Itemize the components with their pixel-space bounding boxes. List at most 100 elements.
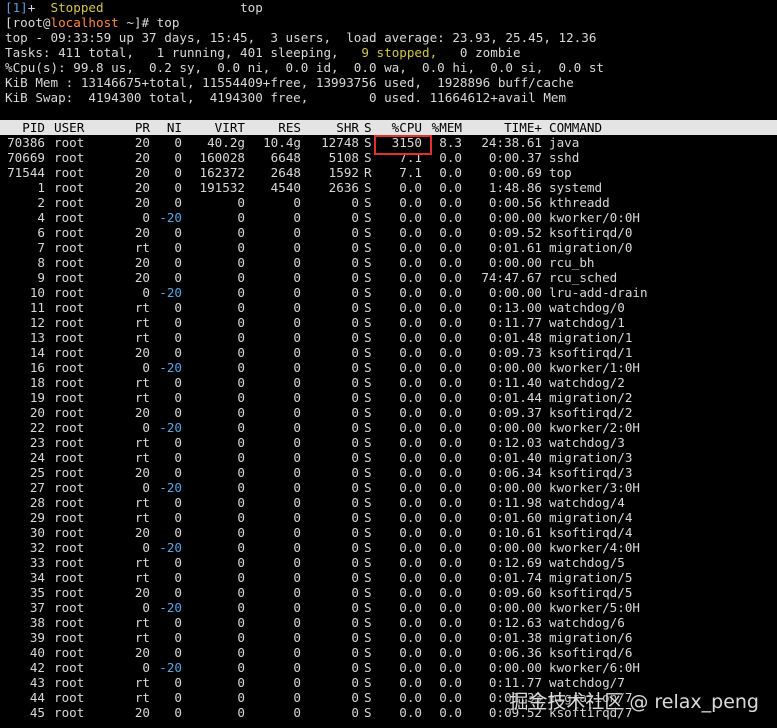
process-row[interactable]: 28 root rt 0 0 0 0 S 0.0 0.0 0:11.98 watchdog/4 xyxy=(0,495,777,510)
col-mem: %MEM xyxy=(431,120,462,135)
cell-shr: 0 xyxy=(351,540,359,555)
cell-pr: 20 xyxy=(134,195,150,210)
cell-res: 0 xyxy=(293,540,301,555)
process-row[interactable]: 30 root 20 0 0 0 0 S 0.0 0.0 0:10.61 ksoftirqd/4 xyxy=(0,525,777,540)
cell-pid: 12 xyxy=(29,315,45,330)
cell-pid: 42 xyxy=(29,660,45,675)
process-row[interactable]: 71544 root 20 0 162372 2648 1592 R 7.1 0.0 0:00.69… xyxy=(0,165,777,180)
process-row[interactable]: 19 root rt 0 0 0 0 S 0.0 0.0 0:01.44 migration/2 xyxy=(0,390,777,405)
process-row[interactable]: 42 root 0 -20 0 0 0 S 0.0 0.0 0:00.00 kworker/6:0H xyxy=(0,660,777,675)
process-row[interactable]: 34 root rt 0 0 0 0 S 0.0 0.0 0:01.74 migration/5 xyxy=(0,570,777,585)
process-row[interactable]: 2 root 20 0 0 0 0 S 0.0 0.0 0:00.56 kthreadd xyxy=(0,195,777,210)
process-row[interactable]: 4 root 0 -20 0 0 0 S 0.0 0.0 0:00.00 kworker/0:0H xyxy=(0,210,777,225)
process-row[interactable]: 14 root 20 0 0 0 0 S 0.0 0.0 0:09.73 ksoftirqd/1 xyxy=(0,345,777,360)
cell-user: root xyxy=(54,210,85,225)
cell-virt: 0 xyxy=(237,225,245,240)
cell-shr: 0 xyxy=(351,465,359,480)
cell-shr: 0 xyxy=(351,405,359,420)
process-row[interactable]: 29 root rt 0 0 0 0 S 0.0 0.0 0:01.60 migration/4 xyxy=(0,510,777,525)
cell-state: S xyxy=(364,510,372,525)
process-row[interactable]: 10 root 0 -20 0 0 0 S 0.0 0.0 0:00.00 lru-add-drain xyxy=(0,285,777,300)
process-row[interactable]: 40 root 20 0 0 0 0 S 0.0 0.0 0:06.36 ksoftirqd/6 xyxy=(0,645,777,660)
cell-time: 0:11.77 xyxy=(488,315,542,330)
cell-mem: 0.0 xyxy=(439,375,462,390)
process-row[interactable]: 9 root 20 0 0 0 0 S 0.0 0.0 74:47.67 rcu_sched xyxy=(0,270,777,285)
cell-res: 0 xyxy=(293,615,301,630)
cell-command: rcu_bh xyxy=(549,255,595,270)
cell-command: kworker/5:0H xyxy=(549,600,640,615)
cell-ni: 0 xyxy=(174,150,182,165)
cell-virt: 0 xyxy=(237,630,245,645)
process-row[interactable]: 27 root 0 -20 0 0 0 S 0.0 0.0 0:00.00 kworker/3:0H xyxy=(0,480,777,495)
cell-pid: 37 xyxy=(29,600,45,615)
cell-cpu: 0.0 xyxy=(399,555,422,570)
cell-ni: 0 xyxy=(174,570,182,585)
process-row[interactable]: 6 root 20 0 0 0 0 S 0.0 0.0 0:09.52 ksoftirqd/0 xyxy=(0,225,777,240)
cell-shr: 0 xyxy=(351,330,359,345)
process-row[interactable]: 33 root rt 0 0 0 0 S 0.0 0.0 0:12.69 watchdog/5 xyxy=(0,555,777,570)
terminal[interactable]: [1]+ Stopped top [root@localhost ~]# top… xyxy=(0,0,777,720)
cell-pr: rt xyxy=(134,510,150,525)
cell-state: S xyxy=(364,240,372,255)
cell-command: migration/3 xyxy=(549,450,633,465)
process-row[interactable]: 35 root 20 0 0 0 0 S 0.0 0.0 0:09.60 ksoftirqd/5 xyxy=(0,585,777,600)
cell-command: watchdog/4 xyxy=(549,495,625,510)
cell-user: root xyxy=(54,360,85,375)
process-row[interactable]: 11 root rt 0 0 0 0 S 0.0 0.0 0:13.00 watchdog/0 xyxy=(0,300,777,315)
process-row[interactable]: 16 root 0 -20 0 0 0 S 0.0 0.0 0:00.00 kworker/1:0H xyxy=(0,360,777,375)
cell-user: root xyxy=(54,570,85,585)
cell-command: ksoftirqd/6 xyxy=(549,645,633,660)
cell-cpu: 0.0 xyxy=(399,525,422,540)
cell-state: S xyxy=(364,645,372,660)
cell-user: root xyxy=(54,195,85,210)
process-row[interactable]: 20 root 20 0 0 0 0 S 0.0 0.0 0:09.37 ksoftirqd/2 xyxy=(0,405,777,420)
cell-time: 0:01.61 xyxy=(488,240,542,255)
cell-time: 0:00.00 xyxy=(488,285,542,300)
cell-shr: 0 xyxy=(351,630,359,645)
cell-virt: 0 xyxy=(237,705,245,720)
cell-pid: 39 xyxy=(29,630,45,645)
cell-shr: 0 xyxy=(351,270,359,285)
cell-time: 0:09.60 xyxy=(488,585,542,600)
cell-cpu: 0.0 xyxy=(399,285,422,300)
process-row[interactable]: 25 root 20 0 0 0 0 S 0.0 0.0 0:06.34 ksoftirqd/3 xyxy=(0,465,777,480)
cell-pid: 27 xyxy=(29,480,45,495)
cell-res: 0 xyxy=(293,450,301,465)
cell-res: 0 xyxy=(293,330,301,345)
cell-state: S xyxy=(364,405,372,420)
col-shr: SHR xyxy=(336,120,359,135)
cell-time: 0:01.48 xyxy=(488,330,542,345)
process-row[interactable]: 13 root rt 0 0 0 0 S 0.0 0.0 0:01.48 migration/1 xyxy=(0,330,777,345)
process-row[interactable]: 32 root 0 -20 0 0 0 S 0.0 0.0 0:00.00 kworker/4:0H xyxy=(0,540,777,555)
process-row[interactable]: 38 root rt 0 0 0 0 S 0.0 0.0 0:12.63 watchdog/6 xyxy=(0,615,777,630)
process-row[interactable]: 18 root rt 0 0 0 0 S 0.0 0.0 0:11.40 watchdog/2 xyxy=(0,375,777,390)
cell-user: root xyxy=(54,270,85,285)
cell-res: 0 xyxy=(293,555,301,570)
cell-ni: 0 xyxy=(174,345,182,360)
cell-state: S xyxy=(364,615,372,630)
cell-res: 0 xyxy=(293,375,301,390)
process-row[interactable]: 37 root 0 -20 0 0 0 S 0.0 0.0 0:00.00 kworker/5:0H xyxy=(0,600,777,615)
cell-cpu: 0.0 xyxy=(399,510,422,525)
cell-shr: 0 xyxy=(351,390,359,405)
process-row[interactable]: 23 root rt 0 0 0 0 S 0.0 0.0 0:12.03 watchdog/3 xyxy=(0,435,777,450)
cell-mem: 0.0 xyxy=(439,255,462,270)
cell-pr: rt xyxy=(134,690,150,705)
cell-virt: 0 xyxy=(237,600,245,615)
cell-pr: rt xyxy=(134,330,150,345)
cell-state: S xyxy=(364,285,372,300)
cell-ni: -20 xyxy=(159,285,182,300)
process-row[interactable]: 8 root 20 0 0 0 0 S 0.0 0.0 0:00.00 rcu_bh xyxy=(0,255,777,270)
process-row[interactable]: 12 root rt 0 0 0 0 S 0.0 0.0 0:11.77 watchdog/1 xyxy=(0,315,777,330)
process-row[interactable]: 1 root 20 0 191532 4540 2636 S 0.0 0.0 1:48.86 syst… xyxy=(0,180,777,195)
cell-pid: 4 xyxy=(37,210,45,225)
cell-res: 0 xyxy=(293,600,301,615)
cell-user: root xyxy=(54,555,85,570)
cell-user: root xyxy=(54,645,85,660)
process-row[interactable]: 22 root 0 -20 0 0 0 S 0.0 0.0 0:00.00 kworker/2:0H xyxy=(0,420,777,435)
process-row[interactable]: 7 root rt 0 0 0 0 S 0.0 0.0 0:01.61 migration/0 xyxy=(0,240,777,255)
process-row[interactable]: 39 root rt 0 0 0 0 S 0.0 0.0 0:01.38 migration/6 xyxy=(0,630,777,645)
cell-res: 0 xyxy=(293,315,301,330)
cell-mem: 0.0 xyxy=(439,615,462,630)
process-row[interactable]: 24 root rt 0 0 0 0 S 0.0 0.0 0:01.40 migration/3 xyxy=(0,450,777,465)
